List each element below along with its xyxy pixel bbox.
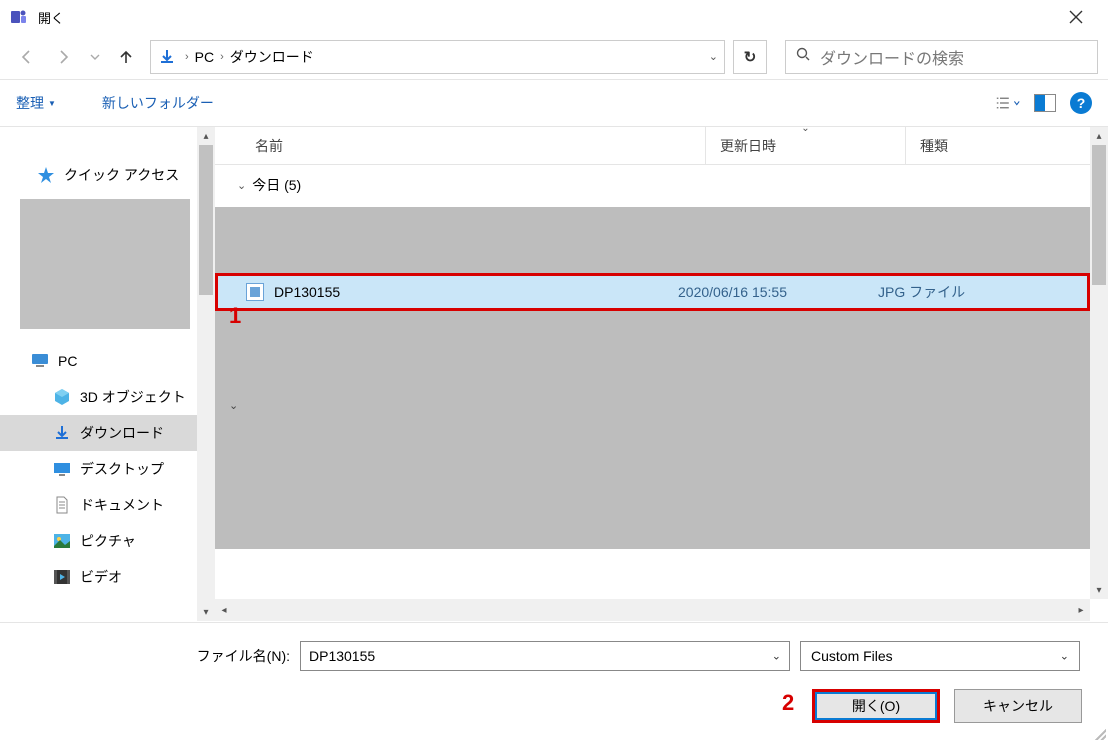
sidebar-item-documents[interactable]: ドキュメント: [0, 487, 215, 523]
sidebar-quick-access[interactable]: クイック アクセス: [0, 157, 215, 193]
search-icon: [796, 47, 810, 66]
search-placeholder: ダウンロードの検索: [820, 45, 964, 69]
sidebar-pc[interactable]: PC: [0, 343, 215, 379]
help-button[interactable]: ?: [1070, 92, 1092, 114]
sidebar-item-downloads[interactable]: ダウンロード: [0, 415, 215, 451]
filename-label: ファイル名(N):: [0, 646, 300, 666]
organize-menu[interactable]: 整理▼: [16, 93, 56, 113]
sidebar: クイック アクセス PC 3D オブジェクト ダウンロード デスクトップ ドキュ…: [0, 127, 215, 621]
close-button[interactable]: [1053, 2, 1098, 32]
chevron-down-icon: ⌄: [237, 179, 246, 192]
file-type: JPG ファイル: [878, 282, 1087, 302]
forward-button[interactable]: [48, 41, 80, 73]
new-folder-button[interactable]: 新しいフォルダー: [102, 93, 214, 113]
chevron-down-icon[interactable]: ⌄: [229, 399, 238, 412]
videos-icon: [52, 568, 72, 586]
window-title: 開く: [38, 8, 64, 27]
group-today[interactable]: ⌄今日 (5): [215, 165, 1090, 203]
pictures-icon: [52, 532, 72, 550]
file-scrollbar-vertical[interactable]: ▴ ▾: [1090, 127, 1108, 599]
resize-grip[interactable]: [1092, 726, 1106, 740]
image-file-icon: [246, 283, 264, 301]
column-headers: 名前 ⌄更新日時 種類: [215, 127, 1108, 165]
file-list-pane: 名前 ⌄更新日時 種類 ⌄今日 (5) DP130155 2020/06/16 …: [215, 127, 1108, 621]
annotation-1: 1: [229, 303, 241, 329]
footer: ファイル名(N): DP130155⌄ Custom Files⌄ 開く(O) …: [0, 622, 1108, 742]
column-type[interactable]: 種類: [905, 127, 1108, 164]
breadcrumb-downloads[interactable]: ダウンロード: [226, 47, 318, 67]
downloads-icon: [52, 424, 72, 442]
address-history-icon[interactable]: ⌄: [709, 50, 718, 63]
cancel-button[interactable]: キャンセル: [954, 689, 1082, 723]
nav-bar: › PC › ダウンロード ⌄ ↻ ダウンロードの検索: [0, 34, 1108, 79]
cube-icon: [52, 388, 72, 406]
star-icon: [36, 166, 56, 184]
sidebar-scrollbar[interactable]: ▴ ▾: [197, 127, 215, 621]
search-input[interactable]: ダウンロードの検索: [785, 40, 1098, 74]
scroll-right-icon[interactable]: ▸: [1072, 605, 1090, 616]
address-bar[interactable]: › PC › ダウンロード ⌄: [150, 40, 725, 74]
chevron-down-icon[interactable]: ⌄: [1060, 650, 1069, 663]
view-options-button[interactable]: [996, 93, 1020, 113]
downloads-icon: [157, 47, 177, 67]
scroll-down-icon[interactable]: ▾: [197, 603, 215, 621]
scroll-up-icon[interactable]: ▴: [197, 127, 215, 145]
sidebar-item-pictures[interactable]: ピクチャ: [0, 523, 215, 559]
annotation-2: 2: [782, 690, 794, 716]
redacted-area: [215, 311, 1090, 549]
file-row-selected[interactable]: DP130155 2020/06/16 15:55 JPG ファイル: [215, 273, 1090, 311]
scroll-thumb[interactable]: [1092, 145, 1106, 285]
chevron-down-icon[interactable]: ⌄: [772, 650, 781, 663]
desktop-icon: [52, 460, 72, 478]
breadcrumb-pc[interactable]: PC: [191, 49, 218, 65]
filename-input[interactable]: DP130155⌄: [300, 641, 790, 671]
column-name[interactable]: 名前: [255, 136, 705, 156]
toolbar: 整理▼ 新しいフォルダー ?: [0, 79, 1108, 127]
up-button[interactable]: [110, 41, 142, 73]
file-date: 2020/06/16 15:55: [678, 284, 878, 300]
refresh-button[interactable]: ↻: [733, 40, 767, 74]
open-button[interactable]: 開く(O): [812, 689, 940, 723]
sidebar-preview-thumbnail: [20, 199, 190, 329]
document-icon: [52, 496, 72, 514]
preview-pane-button[interactable]: [1034, 94, 1056, 112]
title-bar: 開く: [0, 0, 1108, 34]
sidebar-item-3d-objects[interactable]: 3D オブジェクト: [0, 379, 215, 415]
breadcrumb-sep-icon: ›: [183, 51, 191, 63]
sidebar-item-desktop[interactable]: デスクトップ: [0, 451, 215, 487]
app-icon: [10, 8, 28, 26]
file-name: DP130155: [274, 284, 678, 300]
file-scrollbar-horizontal[interactable]: ◂ ▸: [215, 599, 1090, 621]
scroll-down-icon[interactable]: ▾: [1090, 581, 1108, 599]
back-button[interactable]: [10, 41, 42, 73]
filetype-select[interactable]: Custom Files⌄: [800, 641, 1080, 671]
pc-icon: [30, 352, 50, 370]
scroll-up-icon[interactable]: ▴: [1090, 127, 1108, 145]
breadcrumb-sep-icon: ›: [218, 51, 226, 63]
recent-dropdown[interactable]: [86, 41, 104, 73]
column-date[interactable]: ⌄更新日時: [705, 127, 905, 164]
scroll-thumb[interactable]: [199, 145, 213, 295]
sort-desc-icon: ⌄: [801, 123, 809, 134]
scroll-left-icon[interactable]: ◂: [215, 605, 233, 616]
sidebar-item-videos[interactable]: ビデオ: [0, 559, 215, 595]
redacted-area: [215, 207, 1090, 273]
